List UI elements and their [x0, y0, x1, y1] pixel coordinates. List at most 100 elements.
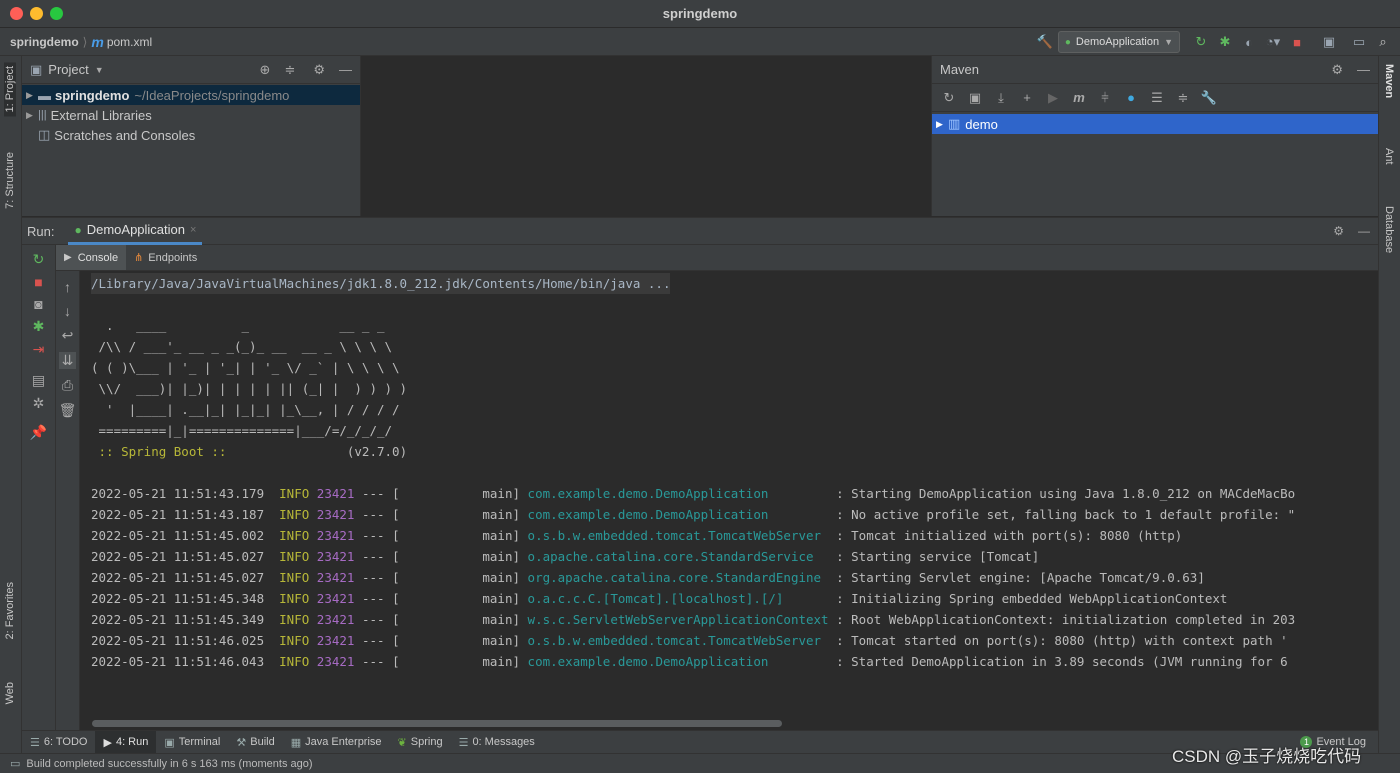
endpoints-tab[interactable]: ⋔ Endpoints [126, 245, 205, 270]
tree-item-external-libraries[interactable]: ▶ ||| External Libraries [22, 105, 360, 125]
expand-arrow-icon[interactable]: ▶ [26, 110, 38, 121]
collapse-all-icon[interactable]: ≑ [284, 62, 295, 78]
web-tool-tab[interactable]: Web [4, 682, 16, 704]
horizontal-scrollbar[interactable] [80, 717, 1378, 730]
messages-tab[interactable]: ☰ 0: Messages [451, 731, 543, 753]
wrench-icon[interactable]: 🔧 [1198, 87, 1220, 109]
run-tab-demoapplication[interactable]: ● DemoApplication × [68, 218, 203, 245]
close-tab-icon[interactable]: × [190, 224, 196, 236]
database-tool-tab[interactable]: Database [1383, 206, 1395, 253]
minimize-panel-icon[interactable]: — [1358, 224, 1370, 238]
todo-tab[interactable]: ☰ 6: TODO [22, 731, 95, 753]
camera-icon[interactable]: ◙ [34, 296, 42, 312]
ant-tool-tab[interactable]: Ant [1383, 148, 1395, 165]
breadcrumb-file[interactable]: pom.xml [107, 35, 152, 49]
up-arrow-icon[interactable]: ↑ [64, 279, 71, 295]
log-line: 2022-05-21 11:51:46.043 INFO 23421 --- [… [91, 651, 1288, 672]
java-enterprise-tab[interactable]: ▦ Java Enterprise [283, 731, 390, 753]
build-tab[interactable]: ⚒ Build [228, 731, 282, 753]
close-window-button[interactable] [10, 7, 23, 20]
gear-icon[interactable]: ⚙ [313, 62, 325, 78]
tree-item-scratches[interactable]: ◫ Scratches and Consoles [22, 125, 360, 145]
download-icon[interactable]: ⤓ [990, 87, 1012, 109]
editor-area[interactable] [360, 56, 932, 216]
log-pid: 23421 [316, 507, 355, 522]
debug-bug-icon[interactable]: ✱ [1214, 31, 1236, 53]
console-output[interactable]: /Library/Java/JavaVirtualMachines/jdk1.8… [80, 271, 1368, 717]
locate-target-icon[interactable]: ⊕ [260, 62, 271, 78]
log-message: : Root WebApplicationContext: initializa… [828, 612, 1296, 627]
structure-tool-tab[interactable]: 7: Structure [4, 152, 16, 209]
trash-icon[interactable]: 🗑 [59, 402, 77, 419]
scroll-to-end-icon[interactable]: ⇊ [58, 352, 77, 369]
minimize-panel-icon[interactable]: — [339, 62, 352, 77]
console-tab[interactable]: ▶ Console [56, 245, 127, 270]
run-panel-header: Run: ● DemoApplication × ⚙ — [22, 217, 1378, 245]
favorites-tool-tab[interactable]: 2: Favorites [4, 582, 16, 639]
terminal-tab[interactable]: ▣ Terminal [156, 731, 228, 753]
endpoints-tab-label: Endpoints [148, 251, 198, 264]
pin-icon[interactable]: 📌 [30, 424, 47, 441]
expand-arrow-icon[interactable]: ▶ [26, 90, 38, 101]
reload-icon[interactable]: ↻ [938, 87, 960, 109]
coverage-shield-icon[interactable]: ◐ [1238, 31, 1260, 53]
run-icon[interactable]: ▶ [1042, 87, 1064, 109]
profiler-icon[interactable]: ◔▾ [1262, 31, 1284, 53]
maven-panel-header: Maven ⚙ — [932, 56, 1378, 84]
run-label: Run: [27, 223, 55, 239]
build-hammer-icon[interactable]: 🔨 [1034, 31, 1056, 53]
maven-tool-tab[interactable]: Maven [1383, 64, 1395, 98]
debug-bug-icon[interactable]: ✱ [33, 318, 45, 335]
tree-item-springdemo[interactable]: ▶ ▬ springdemo ~/IdeaProjects/springdemo [22, 85, 360, 105]
tree-item-demo[interactable]: ▶ ▥ demo [932, 114, 1378, 134]
log-timestamp: 2022-05-21 11:51:46.043 [91, 654, 265, 669]
layout-icon[interactable]: ▤ [32, 372, 45, 389]
soft-wrap-icon[interactable]: ↩ [62, 327, 74, 344]
rerun-icon[interactable]: ↻ [1190, 31, 1212, 53]
stop-icon[interactable]: ■ [1286, 31, 1308, 53]
chevron-down-icon[interactable]: ▼ [95, 65, 104, 75]
folder-add-icon[interactable]: ▣ [964, 87, 986, 109]
log-level: INFO [279, 549, 310, 564]
settings-icon[interactable]: ✲ [33, 395, 45, 412]
maven-goal-icon[interactable]: m [1068, 87, 1090, 109]
log-logger: com.example.demo.DemoApplication [527, 486, 829, 501]
stop-icon[interactable]: ■ [34, 274, 42, 290]
spring-tab[interactable]: ❦ Spring [390, 731, 451, 753]
toggle-offline-icon[interactable]: ⫩ [1094, 87, 1116, 109]
show-dependencies-icon[interactable]: ☰ [1146, 87, 1168, 109]
endpoints-icon: ⋔ [134, 252, 144, 264]
status-icon: ▭ [10, 758, 21, 770]
log-timestamp: 2022-05-21 11:51:43.187 [91, 507, 265, 522]
project-tool-tab[interactable]: 1: Project [4, 62, 16, 117]
gear-icon[interactable]: ⚙ [1333, 224, 1344, 238]
maximize-window-button[interactable] [50, 7, 63, 20]
left-tool-strip: 1: Project 7: Structure 2: Favorites Web [0, 56, 22, 753]
minimize-window-button[interactable] [30, 7, 43, 20]
log-thread: --- [ main] [361, 591, 521, 606]
down-arrow-icon[interactable]: ↓ [64, 303, 71, 319]
project-panel-title[interactable]: Project [48, 62, 88, 77]
add-icon[interactable]: + [1016, 87, 1038, 109]
exit-icon[interactable]: ⇥ [33, 341, 45, 358]
gear-icon[interactable]: ⚙ [1331, 62, 1343, 78]
rerun-icon[interactable]: ↻ [33, 251, 45, 268]
run-config-selector[interactable]: ● DemoApplication ▼ [1057, 31, 1180, 53]
log-message: : Tomcat initialized with port(s): 8080 … [828, 528, 1183, 543]
search-icon[interactable]: ⌕ [1372, 31, 1394, 53]
print-icon[interactable]: ⎙ [62, 377, 73, 394]
module-folder-icon: ▬ [38, 87, 51, 103]
log-thread: --- [ main] [361, 633, 521, 648]
minimize-panel-icon[interactable]: — [1357, 62, 1370, 77]
expand-arrow-icon[interactable]: ▶ [936, 119, 948, 130]
scrollbar-thumb[interactable] [92, 720, 782, 727]
presentation-icon[interactable]: ▭ [1348, 31, 1370, 53]
breadcrumb-project[interactable]: springdemo [10, 35, 79, 49]
collapse-all-icon[interactable]: ≑ [1172, 87, 1194, 109]
project-structure-icon[interactable]: ▣ [1318, 31, 1340, 53]
maven-module-icon: ▥ [948, 116, 961, 131]
skip-tests-icon[interactable]: ● [1120, 87, 1142, 109]
spring-boot-version-line: :: Spring Boot :: (v2.7.0) [91, 441, 408, 462]
run-tool-tab[interactable]: ▶ 4: Run [95, 731, 157, 753]
log-message: : Started DemoApplication in 3.89 second… [828, 654, 1288, 669]
